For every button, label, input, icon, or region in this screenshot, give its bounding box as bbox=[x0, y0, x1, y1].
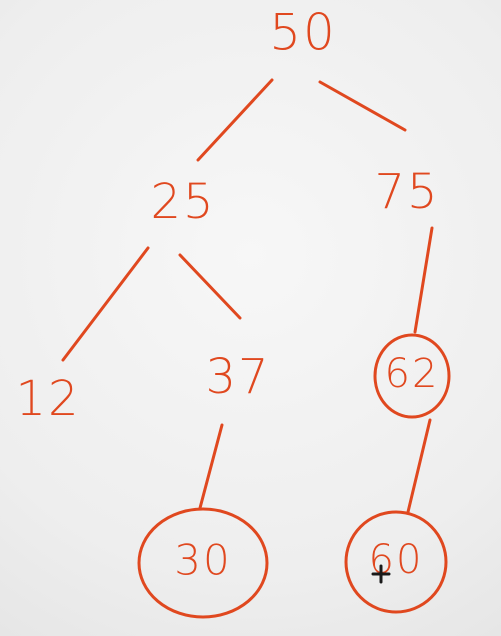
binary-search-tree-diagram: 50 25 75 12 37 62 30 60 bbox=[15, 4, 451, 619]
node-label-25: 25 bbox=[150, 174, 215, 230]
tree-node-12: 12 bbox=[15, 371, 80, 427]
edge-50-25 bbox=[196, 78, 274, 162]
edge-50-75 bbox=[318, 80, 407, 132]
edge-25-12 bbox=[61, 246, 150, 362]
node-label-50: 50 bbox=[269, 4, 337, 62]
node-label-30: 30 bbox=[174, 536, 231, 585]
whiteboard: 50 25 75 12 37 62 30 60 bbox=[0, 0, 501, 636]
node-label-37: 37 bbox=[205, 349, 270, 405]
tree-node-50: 50 bbox=[269, 4, 337, 62]
tree-node-30: 30 bbox=[137, 507, 269, 619]
tree-node-62: 62 bbox=[373, 333, 451, 419]
node-label-75: 75 bbox=[374, 164, 439, 220]
edge-25-37 bbox=[178, 253, 242, 320]
tree-node-75: 75 bbox=[374, 164, 439, 220]
edge-62-60 bbox=[406, 418, 432, 514]
edges-layer bbox=[61, 78, 434, 514]
edge-75-62 bbox=[413, 226, 434, 334]
node-label-60: 60 bbox=[369, 537, 424, 583]
node-label-12: 12 bbox=[15, 371, 80, 427]
edge-37-30 bbox=[198, 423, 224, 510]
tree-node-37: 37 bbox=[205, 349, 270, 405]
node-label-62: 62 bbox=[385, 351, 440, 397]
tree-node-25: 25 bbox=[150, 174, 215, 230]
tree-node-60: 60 bbox=[344, 510, 448, 614]
